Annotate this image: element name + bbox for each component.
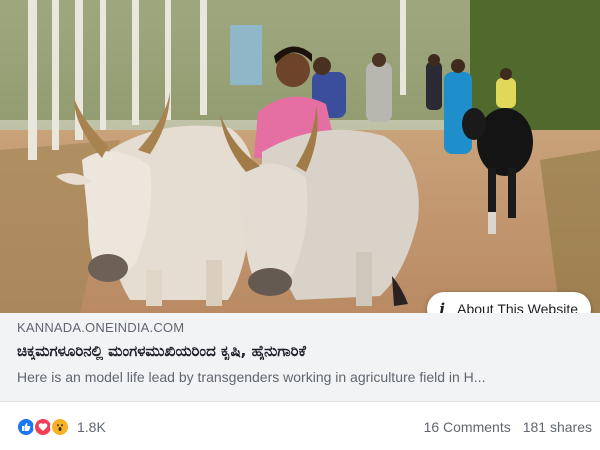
shares-count[interactable]: 181 shares (523, 419, 592, 435)
comments-count[interactable]: 16 Comments (424, 419, 511, 435)
link-description: Here is an model life lead by transgende… (17, 369, 486, 385)
post-image[interactable] (0, 0, 600, 313)
post-footer: 1.8K 16 Comments 181 shares (0, 403, 600, 450)
wow-icon (50, 416, 70, 437)
reaction-count[interactable]: 1.8K (77, 419, 106, 435)
oxen-photo (0, 0, 600, 313)
link-domain: KANNADA.ONEINDIA.COM (17, 320, 185, 335)
reactions[interactable]: 1.8K (16, 416, 106, 437)
link-preview-card[interactable]: KANNADA.ONEINDIA.COM ಚಿಕ್ಕಮಗಳೂರಿನಲ್ಲಿ ಮಂ… (0, 313, 600, 402)
link-headline[interactable]: ಚಿಕ್ಕಮಗಳೂರಿನಲ್ಲಿ ಮಂಗಳಮುಖಿಯರಿಂದ ಕೃಷಿ, ಹೈನ… (17, 342, 588, 360)
